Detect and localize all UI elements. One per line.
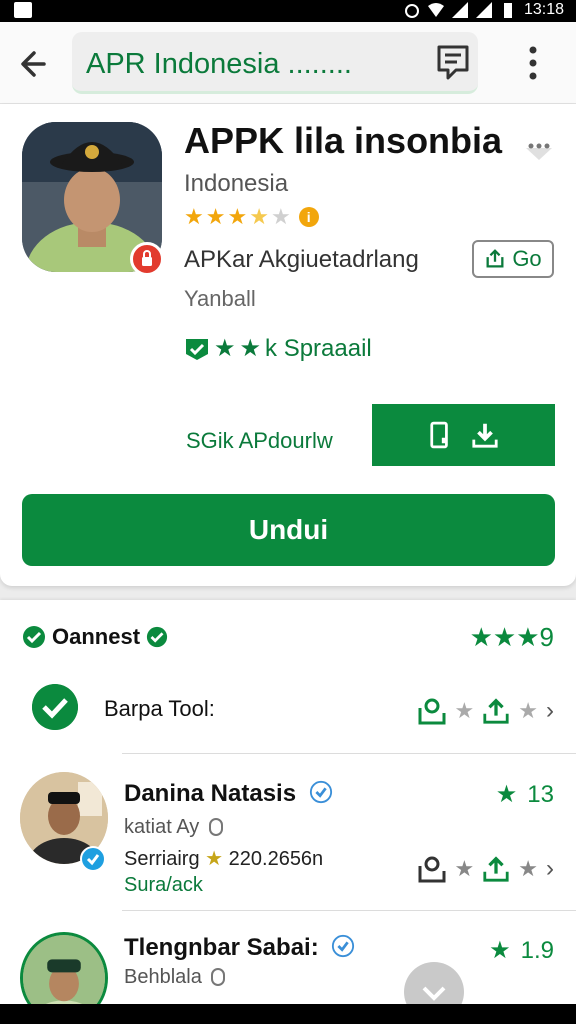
list-item-label: Barpa Tool: (104, 696, 215, 721)
share-icon (486, 249, 504, 268)
review-icon[interactable] (434, 44, 472, 82)
reviewer-name-text: Tlengnbar Sabai: (124, 934, 319, 961)
star-full-icon: ★ (239, 335, 262, 362)
reviewer-meta-text: katiat Ay (124, 816, 200, 838)
section-rating-value: 9 (539, 622, 554, 652)
review-rating-text: 220.2656n (228, 848, 324, 870)
verified-badge-row: ★ ★ k Spraaail (184, 334, 372, 363)
section-rating: ★ ★ ★ 9 (470, 622, 554, 653)
reviewer-name: Tlengnbar Sabai: (124, 934, 355, 962)
search-query: APR Indonesia ........ (86, 48, 352, 80)
edit-icon[interactable] (417, 696, 447, 726)
row-actions: ★ ★ › (417, 696, 554, 726)
app-subtitle: Indonesia (184, 170, 289, 197)
info-icon[interactable]: i (298, 207, 319, 227)
upload-icon[interactable] (482, 855, 510, 883)
phone-icon (429, 421, 448, 449)
review-score: ★ 1.9 (489, 936, 554, 965)
reviewer-meta-text: Behblala (124, 966, 202, 988)
star-full-icon: ★ (184, 204, 204, 229)
star-full-icon: ★ (489, 937, 511, 964)
reviewer-name: Danina Natasis (124, 780, 333, 808)
star-full-icon: ★ (469, 622, 493, 652)
review-score: ★ 13 (496, 780, 554, 809)
chevron-right-icon[interactable]: › (546, 697, 554, 725)
system-nav-bar (0, 1004, 576, 1024)
review-date: Serriairg ★ 220.2656n (124, 846, 323, 871)
star-full-icon: ★ (516, 622, 540, 652)
reviewer-meta: Behblala (124, 966, 226, 989)
star-empty-icon: ★ (518, 698, 538, 723)
review-tag: Sura/ack (124, 874, 203, 896)
search-input[interactable]: APR Indonesia ........ (72, 32, 478, 94)
review-date-text: Serriairg (124, 848, 200, 870)
star-full-icon: ★ (205, 848, 224, 870)
top-app-bar: APR Indonesia ........ (0, 22, 576, 104)
star-empty-icon: ★ (454, 856, 475, 881)
edit-icon[interactable] (417, 854, 447, 884)
star-full-icon: ★ (227, 204, 248, 229)
review-score-value: 1.9 (520, 936, 554, 964)
battery-icon (503, 3, 512, 18)
reviewer-meta: katiat Ay (124, 816, 223, 839)
download-size-text: SGik APdourlw (186, 428, 333, 453)
verified-badge-icon (309, 780, 332, 804)
upload-icon[interactable] (482, 697, 510, 725)
lock-badge-icon (130, 242, 164, 276)
alarm-icon (404, 4, 419, 18)
status-icons: 13:18 (404, 1, 564, 19)
info-icon (208, 818, 223, 836)
check-circle-icon (23, 626, 45, 648)
status-bar: 13:18 (0, 0, 576, 22)
verified-shield-icon (186, 338, 208, 360)
verified-badge-icon (80, 846, 106, 872)
install-button[interactable]: Undui (22, 494, 555, 566)
signal-2-icon (475, 2, 492, 18)
review-actions: ★ ★ › (417, 854, 554, 884)
star-empty-icon: ★ (270, 204, 291, 229)
star-half-icon: ★ (249, 204, 269, 229)
go-button[interactable]: Go (472, 240, 554, 278)
list-item[interactable]: Barpa Tool: ★ ★ › (0, 674, 576, 744)
star-empty-icon: ★ (454, 698, 475, 723)
star-full-icon: ★ (205, 204, 226, 229)
reviews-section: Oannest ★ ★ ★ 9 Barpa Tool: ★ ★ › Danina… (0, 600, 576, 1024)
star-empty-icon: ★ (518, 856, 538, 881)
info-icon (211, 968, 226, 986)
star-full-icon: ★ (495, 781, 518, 808)
app-rating-stars: ★ ★ ★ ★ ★ i (184, 206, 319, 228)
reviewer-name-text: Danina Natasis (124, 780, 297, 807)
download-button[interactable] (372, 404, 555, 466)
go-button-label: Go (512, 246, 542, 271)
more-options-icon[interactable] (522, 138, 556, 164)
verified-label: k Spraaail (265, 334, 372, 362)
app-header-card: APPK lila insonbia Indonesia ★ ★ ★ ★ ★ i… (0, 104, 576, 586)
clock-text: 13:18 (523, 1, 564, 18)
chevron-right-icon[interactable]: › (546, 855, 554, 883)
divider (122, 910, 576, 911)
section-title: Oannest (22, 624, 168, 650)
star-full-icon: ★ (492, 622, 517, 652)
star-full-icon: ★ (214, 335, 236, 362)
download-icon (471, 423, 498, 448)
check-circle-icon (146, 626, 168, 648)
notification-icon (14, 2, 32, 18)
wifi-icon (427, 3, 444, 17)
section-title-text: Oannest (52, 624, 141, 649)
signal-icon (451, 2, 468, 18)
developer-name[interactable]: APKar Akgiuetadrlang (184, 246, 419, 274)
app-title: APPK lila insonbia (184, 120, 503, 161)
review-score-value: 13 (527, 780, 554, 808)
divider (122, 753, 576, 754)
app-category: Yanball (184, 286, 256, 311)
overflow-menu-icon[interactable] (518, 42, 548, 84)
verified-badge-icon (332, 934, 355, 958)
check-circle-icon (32, 684, 78, 730)
back-arrow-icon[interactable] (16, 44, 56, 84)
